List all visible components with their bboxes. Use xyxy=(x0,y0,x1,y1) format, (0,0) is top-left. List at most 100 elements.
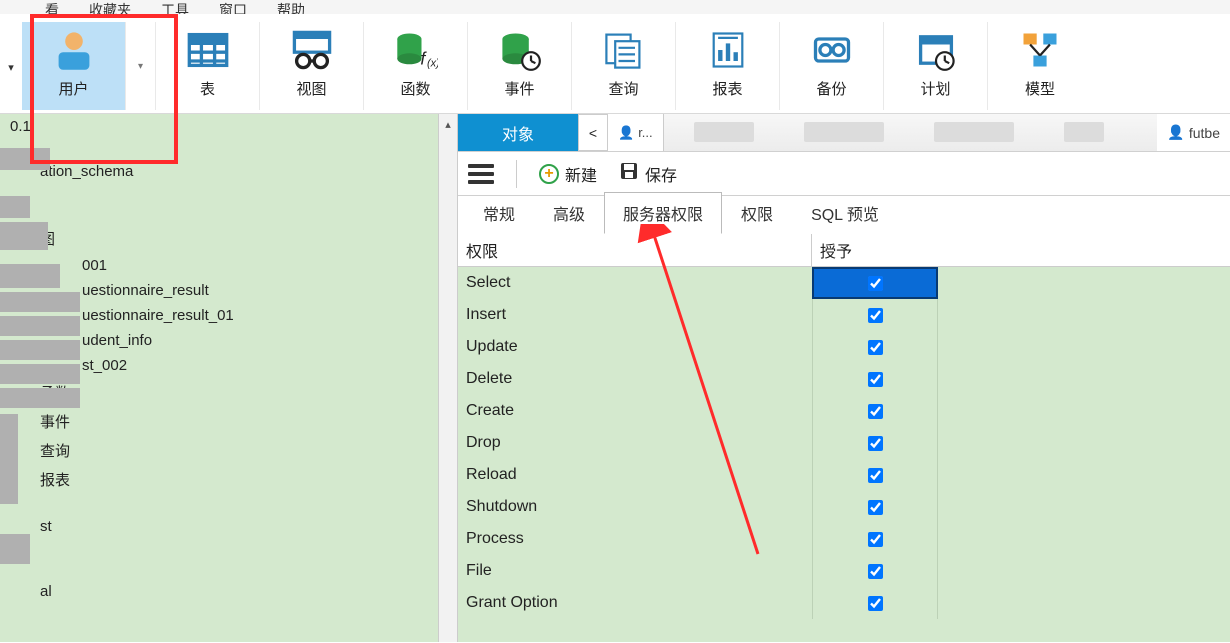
ribbon-model-button[interactable]: 模型 xyxy=(988,22,1092,110)
privilege-grant-cell[interactable] xyxy=(812,491,938,523)
ribbon-label: 计划 xyxy=(920,78,950,99)
tree-item[interactable]: ation_schema xyxy=(0,159,438,184)
ribbon-report-button[interactable]: 报表 xyxy=(676,22,780,110)
tab-objects[interactable]: 对象 xyxy=(458,114,578,151)
privilege-row[interactable]: File xyxy=(458,555,1230,587)
privilege-row[interactable]: Select xyxy=(458,267,1230,299)
redacted-block xyxy=(0,414,18,504)
menu-item[interactable]: 窗口 xyxy=(219,0,247,14)
redacted-block xyxy=(0,196,30,218)
privilege-checkbox[interactable] xyxy=(868,404,883,419)
ribbon-dropdown-arrow[interactable]: ▾ xyxy=(0,22,22,112)
redacted-block xyxy=(0,222,48,250)
privilege-checkbox[interactable] xyxy=(868,564,883,579)
menu-item[interactable]: 看 xyxy=(45,0,59,14)
ribbon-view-button[interactable]: 视图 xyxy=(260,22,364,110)
ribbon-user-button[interactable]: 用户 xyxy=(22,22,126,110)
privilege-grant-cell[interactable] xyxy=(812,395,938,427)
privilege-grant-cell[interactable] xyxy=(812,331,938,363)
privilege-name: Update xyxy=(458,338,812,356)
tab-general[interactable]: 常规 xyxy=(464,192,534,234)
ribbon-plan-button[interactable]: 计划 xyxy=(884,22,988,110)
tree-item[interactable]: 查询 xyxy=(0,436,438,465)
redacted-block xyxy=(0,388,80,408)
tab-server-privileges[interactable]: 服务器权限 xyxy=(604,192,722,234)
tab-sql-preview[interactable]: SQL 预览 xyxy=(792,192,898,234)
ribbon-label: 报表 xyxy=(712,78,742,99)
user-chip-label: futbe xyxy=(1189,125,1220,141)
ribbon-backup-button[interactable]: 备份 xyxy=(780,22,884,110)
tab-nav-back[interactable]: < xyxy=(578,114,608,151)
privilege-grant-cell[interactable] xyxy=(812,523,938,555)
privilege-checkbox[interactable] xyxy=(868,276,883,291)
ribbon-function-button[interactable]: f(x) 函数 xyxy=(364,22,468,110)
ribbon-separator-dropdown[interactable]: ▾ xyxy=(126,22,156,110)
table-icon xyxy=(186,28,230,72)
privilege-row[interactable]: Update xyxy=(458,331,1230,363)
privilege-row[interactable]: Process xyxy=(458,523,1230,555)
privilege-row[interactable]: Insert xyxy=(458,299,1230,331)
privilege-name: Delete xyxy=(458,370,812,388)
tree-item[interactable]: 报表 xyxy=(0,465,438,494)
query-icon xyxy=(602,28,646,72)
privilege-grant-cell[interactable] xyxy=(812,459,938,491)
redacted-block xyxy=(0,364,80,384)
ribbon-event-button[interactable]: 事件 xyxy=(468,22,572,110)
privilege-grant-cell[interactable] xyxy=(812,363,938,395)
privilege-checkbox[interactable] xyxy=(868,308,883,323)
view-icon xyxy=(290,28,334,72)
hamburger-icon[interactable] xyxy=(468,164,494,184)
tab-untitled[interactable]: 👤 r... xyxy=(608,114,664,151)
menu-item[interactable]: 帮助 xyxy=(277,0,305,14)
svg-text:(x): (x) xyxy=(427,58,438,70)
privilege-row[interactable]: Shutdown xyxy=(458,491,1230,523)
privilege-checkbox[interactable] xyxy=(868,532,883,547)
save-button[interactable]: 保存 xyxy=(619,161,677,186)
tab-privileges[interactable]: 权限 xyxy=(722,192,792,234)
tab-advanced[interactable]: 高级 xyxy=(534,192,604,234)
tree-item[interactable]: st xyxy=(0,514,438,539)
ribbon-query-button[interactable]: 查询 xyxy=(572,22,676,110)
privilege-checkbox[interactable] xyxy=(868,468,883,483)
menu-item[interactable]: 工具 xyxy=(161,0,189,14)
privilege-checkbox[interactable] xyxy=(868,372,883,387)
editor-toolbar: + 新建 保存 xyxy=(458,152,1230,196)
save-icon xyxy=(619,161,639,186)
privilege-grant-cell[interactable] xyxy=(812,267,938,299)
pane-splitter[interactable]: ▴ xyxy=(438,114,458,642)
add-icon: + xyxy=(539,164,559,184)
privilege-checkbox[interactable] xyxy=(868,596,883,611)
privilege-checkbox[interactable] xyxy=(868,500,883,515)
privilege-row[interactable]: Grant Option xyxy=(458,587,1230,619)
privilege-name: Create xyxy=(458,402,812,420)
tree-item[interactable]: 0.1 xyxy=(0,114,438,139)
column-privilege[interactable]: 权限 xyxy=(458,234,812,266)
ribbon-table-button[interactable]: 表 xyxy=(156,22,260,110)
menu-item[interactable]: 收藏夹 xyxy=(89,0,131,14)
privilege-checkbox[interactable] xyxy=(868,436,883,451)
user-icon: 👤 xyxy=(618,125,634,141)
privilege-row[interactable]: Drop xyxy=(458,427,1230,459)
tree-item[interactable]: 事件 xyxy=(0,407,438,436)
ribbon-label: 用户 xyxy=(58,78,88,99)
privileges-table: 权限 授予 SelectInsert Update Delete Create Drop… xyxy=(458,234,1230,642)
redacted-block xyxy=(0,340,80,360)
redacted-block xyxy=(0,292,80,312)
privilege-row[interactable]: Delete xyxy=(458,363,1230,395)
connections-tree[interactable]: 0.1 ation_schema 图 001 uestionnaire_resu… xyxy=(0,114,438,642)
tree-item[interactable]: al xyxy=(0,579,438,604)
property-tabs: 常规 高级 服务器权限 权限 SQL 预览 xyxy=(458,196,1230,234)
tree-item[interactable]: 图 xyxy=(0,224,438,253)
privilege-grant-cell[interactable] xyxy=(812,427,938,459)
new-button[interactable]: + 新建 xyxy=(539,162,597,186)
column-grant[interactable]: 授予 xyxy=(812,234,938,266)
privilege-grant-cell[interactable] xyxy=(812,299,938,331)
privilege-checkbox[interactable] xyxy=(868,340,883,355)
privilege-grant-cell[interactable] xyxy=(812,555,938,587)
privilege-name: Drop xyxy=(458,434,812,452)
privilege-grant-cell[interactable] xyxy=(812,587,938,619)
privilege-row[interactable]: Create xyxy=(458,395,1230,427)
user-chip[interactable]: 👤 futbe xyxy=(1157,114,1230,151)
privilege-row[interactable]: Reload xyxy=(458,459,1230,491)
tree-item[interactable]: 001 xyxy=(0,253,438,278)
